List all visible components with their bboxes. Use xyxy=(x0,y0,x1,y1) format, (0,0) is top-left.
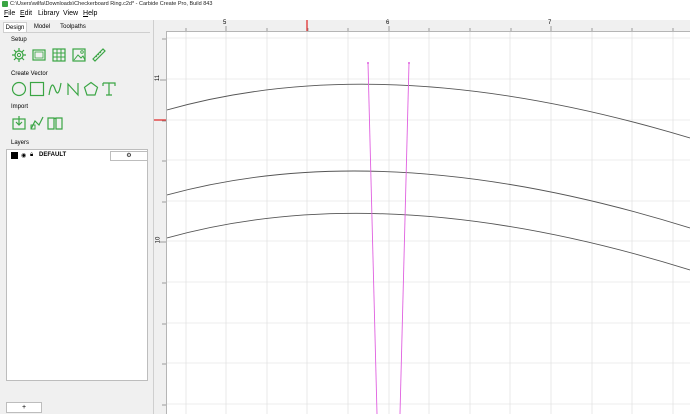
menu-file[interactable]: File xyxy=(4,10,15,17)
ring-curves[interactable] xyxy=(167,83,690,271)
ruler-left: 11 10 xyxy=(154,31,167,414)
layer-settings-button[interactable]: ⚙ xyxy=(110,151,148,161)
ruler-left-label: 10 xyxy=(155,236,162,244)
window-title: C:\Users\wilfa\Downloads\Checkerboard Ri… xyxy=(10,1,213,7)
menu-help[interactable]: Help xyxy=(83,10,97,17)
lock-icon[interactable]: 🔒︎ xyxy=(30,152,33,159)
section-import-label: Import xyxy=(11,104,29,110)
tab-bar: Design Model Toolpaths xyxy=(3,22,153,33)
circle-icon[interactable] xyxy=(11,81,27,97)
tab-toolpaths[interactable]: Toolpaths xyxy=(58,22,88,32)
grid-icon[interactable] xyxy=(51,47,67,63)
layers-list: ◉ 🔒︎ DEFAULT ⚙ xyxy=(6,149,148,381)
square-icon[interactable] xyxy=(29,81,45,97)
import-svg-icon[interactable] xyxy=(29,115,45,131)
text-icon[interactable] xyxy=(101,81,117,97)
tab-model[interactable]: Model xyxy=(31,22,53,32)
gear-icon[interactable] xyxy=(11,47,27,63)
gear-icon: ⚙ xyxy=(126,153,132,159)
pentagon-icon[interactable] xyxy=(83,81,99,97)
section-layers-label: Layers xyxy=(11,140,30,146)
menu-edit[interactable]: Edit xyxy=(20,10,32,17)
app-icon xyxy=(2,1,8,7)
layer-row[interactable]: ◉ 🔒︎ DEFAULT ⚙ xyxy=(9,151,148,161)
image-icon[interactable] xyxy=(71,47,87,63)
canvas-grid xyxy=(167,32,690,414)
section-create-vector-label: Create Vector xyxy=(11,71,48,77)
menu-view[interactable]: View xyxy=(63,10,78,17)
layer-color-swatch[interactable] xyxy=(11,152,18,159)
left-panel: Design Model Toolpaths Setup Create Vect… xyxy=(0,20,153,414)
ruler-icon[interactable] xyxy=(91,47,107,63)
add-layer-button[interactable]: + xyxy=(6,402,42,413)
rectangle-icon[interactable] xyxy=(31,47,47,63)
eye-icon[interactable]: ◉ xyxy=(21,152,26,159)
menu-library[interactable]: Library xyxy=(38,10,59,17)
selection-handles[interactable] xyxy=(367,62,410,64)
import-icon[interactable] xyxy=(11,115,27,131)
library-book-icon[interactable] xyxy=(47,115,63,131)
polyline-icon[interactable] xyxy=(65,81,81,97)
ruler-left-label: 11 xyxy=(155,74,162,82)
ruler-top-label: 7 xyxy=(548,20,552,26)
ruler-top-label: 6 xyxy=(386,20,390,26)
menu-bar: File Edit Library View Help xyxy=(0,9,690,20)
section-setup-label: Setup xyxy=(11,37,27,43)
ruler-top: 5 6 7 xyxy=(154,20,690,32)
design-canvas[interactable] xyxy=(167,32,690,414)
curve-icon[interactable] xyxy=(47,81,63,97)
layer-name: DEFAULT xyxy=(39,152,67,158)
ruler-top-label: 5 xyxy=(223,20,227,26)
selected-lines[interactable] xyxy=(367,62,410,414)
canvas-drawing xyxy=(167,32,690,414)
